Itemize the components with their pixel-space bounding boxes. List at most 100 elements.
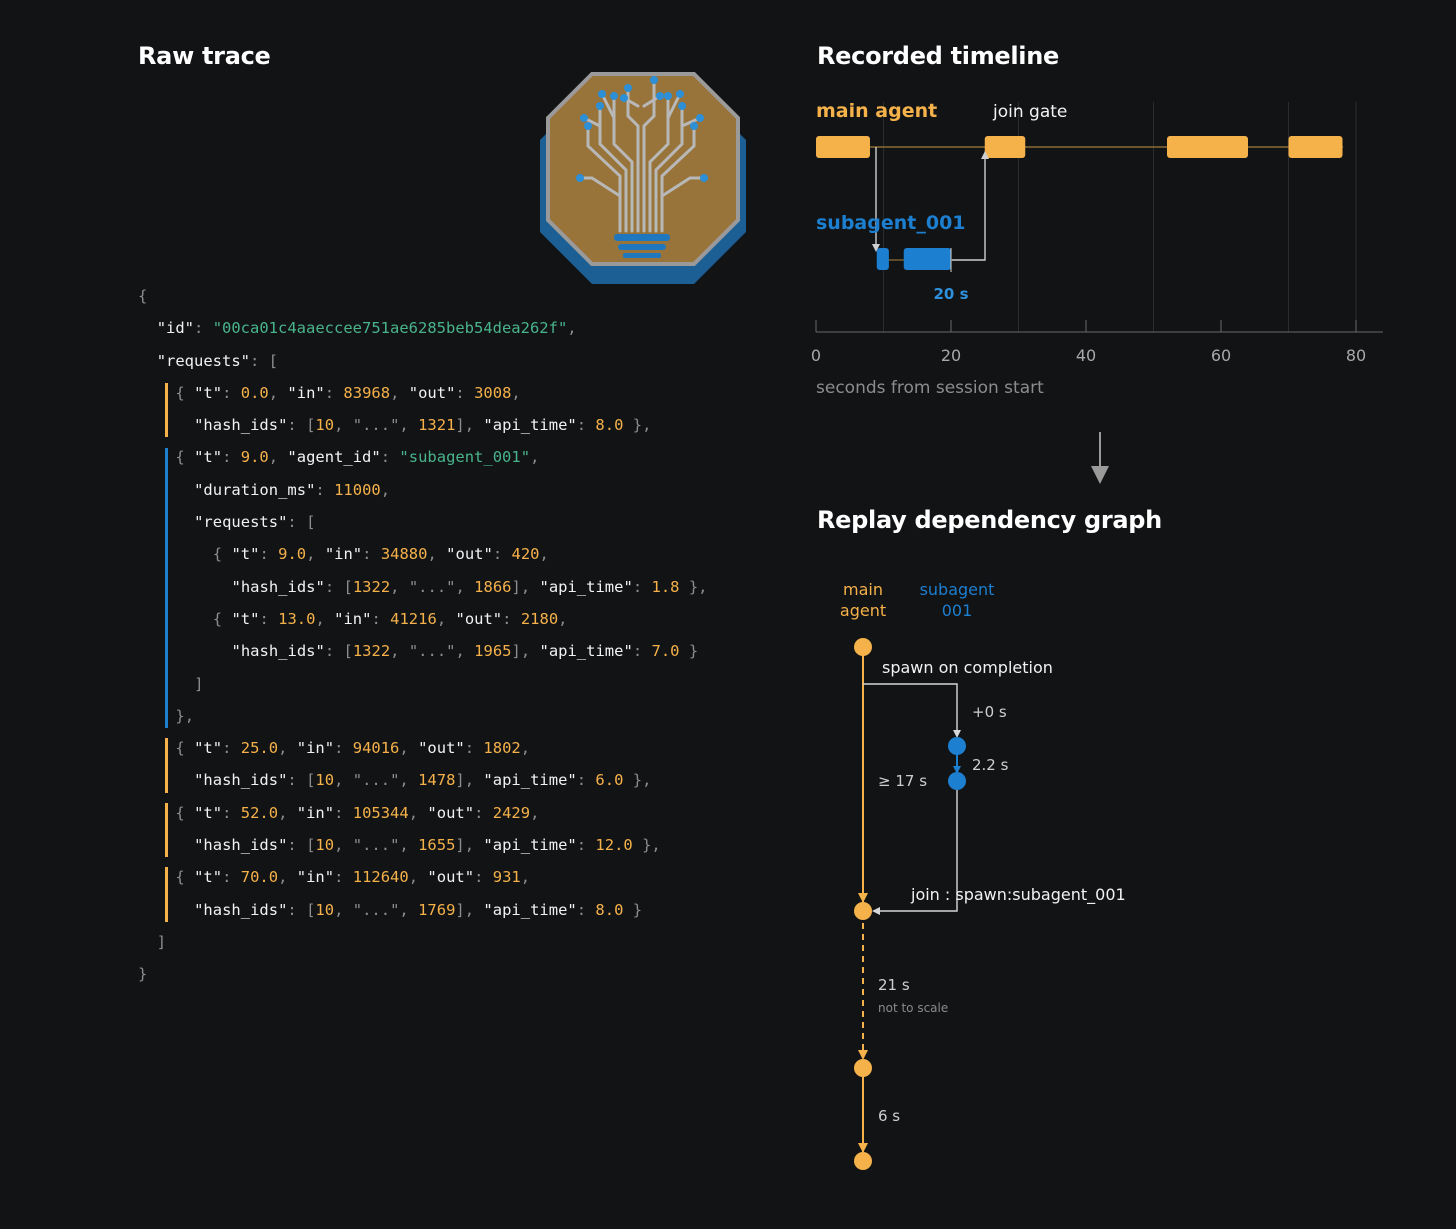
code-token: }, [623, 416, 652, 435]
code-token: , [315, 609, 335, 628]
code-token: } [138, 965, 148, 984]
code-token: 25.0 [240, 739, 279, 758]
code-token: { [212, 609, 232, 628]
code-token: 3008 [474, 383, 512, 402]
code-token: : [334, 803, 353, 822]
code-token: 2180 [520, 609, 559, 628]
code-token: 1769 [418, 900, 456, 919]
gap-label: 21 s [878, 976, 910, 994]
code-token: } [679, 642, 699, 661]
code-token: 112640 [352, 868, 409, 887]
timeline-join-label: join gate [992, 102, 1067, 122]
code-token: ], [455, 771, 484, 790]
code-token: : [315, 480, 335, 499]
code-token: "t" [231, 545, 260, 564]
dependency-graph: main agent subagent 001 spawn on complet… [840, 580, 1126, 1170]
code-token: , "...", [334, 836, 419, 855]
timeline-sub-label: subagent_001 [816, 212, 966, 234]
code-line: } [138, 958, 707, 990]
timeline-title: Recorded timeline [817, 42, 1060, 70]
raw-trace-code: {"id": "00ca01c4aaeccee751ae6285beb54dea… [138, 280, 707, 991]
sub-node-2 [948, 772, 966, 790]
code-token: , [278, 803, 297, 822]
code-token: "t" [194, 868, 223, 887]
code-token: , "...", [334, 771, 419, 790]
code-token: : [576, 771, 596, 790]
subagent-bar [876, 248, 889, 270]
code-token: "t" [194, 739, 223, 758]
code-token: "in" [324, 545, 363, 564]
code-token: : [ [287, 513, 316, 532]
code-token: }, [632, 836, 661, 855]
subagent-request-bar [165, 447, 168, 729]
code-line: { "t": 9.0, "in": 34880, "out": 420, [138, 538, 707, 570]
code-token: 9.0 [240, 448, 269, 467]
main-node-1 [854, 638, 872, 656]
main-request-bar [165, 867, 168, 922]
code-token: ], [511, 642, 540, 661]
code-token: , [268, 383, 288, 402]
code-token: "hash_ids" [194, 900, 288, 919]
timeline-tick-label: 80 [1346, 346, 1366, 365]
code-token: , "...", [334, 900, 419, 919]
code-token: : [222, 868, 241, 887]
spawn-label: spawn on completion [882, 658, 1053, 677]
code-token: : [502, 609, 521, 628]
graph-sub-label-1: subagent [920, 580, 995, 599]
code-token: , "...", [334, 416, 419, 435]
code-token: 94016 [352, 739, 400, 758]
code-token: "api_time" [483, 836, 577, 855]
down-arrow-icon [1091, 432, 1109, 484]
code-token: : [632, 642, 652, 661]
main-request-bar [165, 802, 168, 858]
code-token: , [539, 545, 549, 564]
code-token: ], [511, 577, 540, 596]
code-token: : [362, 545, 381, 564]
code-token: 41216 [390, 609, 437, 628]
code-line: "hash_ids": [10, "...", 1769], "api_time… [138, 894, 707, 926]
code-token: "t" [194, 383, 223, 402]
code-token: "t" [194, 803, 223, 822]
code-token: "hash_ids" [231, 642, 325, 661]
last-gap-label: 6 s [878, 1107, 900, 1125]
code-token: { [175, 803, 195, 822]
code-token: 52.0 [240, 803, 279, 822]
code-token: "in" [296, 739, 335, 758]
code-token: "in" [296, 803, 335, 822]
code-token: "in" [296, 868, 335, 887]
code-token: { [175, 448, 195, 467]
code-token: "api_time" [539, 577, 633, 596]
code-token: "hash_ids" [231, 577, 325, 596]
sub-node-1 [948, 737, 966, 755]
code-token: : [ [250, 351, 279, 370]
code-token: : [ [324, 577, 353, 596]
code-line: { "t": 13.0, "in": 41216, "out": 2180, [138, 603, 707, 635]
code-token: ], [455, 900, 484, 919]
code-token: , [399, 739, 419, 758]
code-token: 10 [315, 416, 335, 435]
code-token: 1866 [474, 577, 512, 596]
code-token: : [380, 448, 400, 467]
code-token: , [278, 739, 297, 758]
code-token: : [ [324, 642, 353, 661]
offset-label: +0 s [972, 703, 1007, 721]
code-token: 1965 [474, 642, 512, 661]
code-token: 12.0 [595, 836, 633, 855]
code-token: }, [175, 706, 195, 725]
code-token: , [558, 609, 568, 628]
timeline-tick-label: 0 [811, 346, 821, 365]
timeline-x-label: seconds from session start [816, 378, 1044, 398]
code-token: : [ [287, 771, 316, 790]
code-token: 420 [511, 545, 540, 564]
code-token: "agent_id" [287, 448, 381, 467]
code-token: : [222, 739, 241, 758]
code-token: , [530, 448, 540, 467]
code-token: 1.8 [651, 577, 680, 596]
code-token: ], [455, 416, 484, 435]
code-line: { [138, 280, 707, 312]
code-token: , [427, 545, 447, 564]
code-token: "out" [408, 383, 456, 402]
code-token: , [380, 480, 391, 499]
code-token: : [334, 739, 353, 758]
code-token: 9.0 [278, 545, 307, 564]
